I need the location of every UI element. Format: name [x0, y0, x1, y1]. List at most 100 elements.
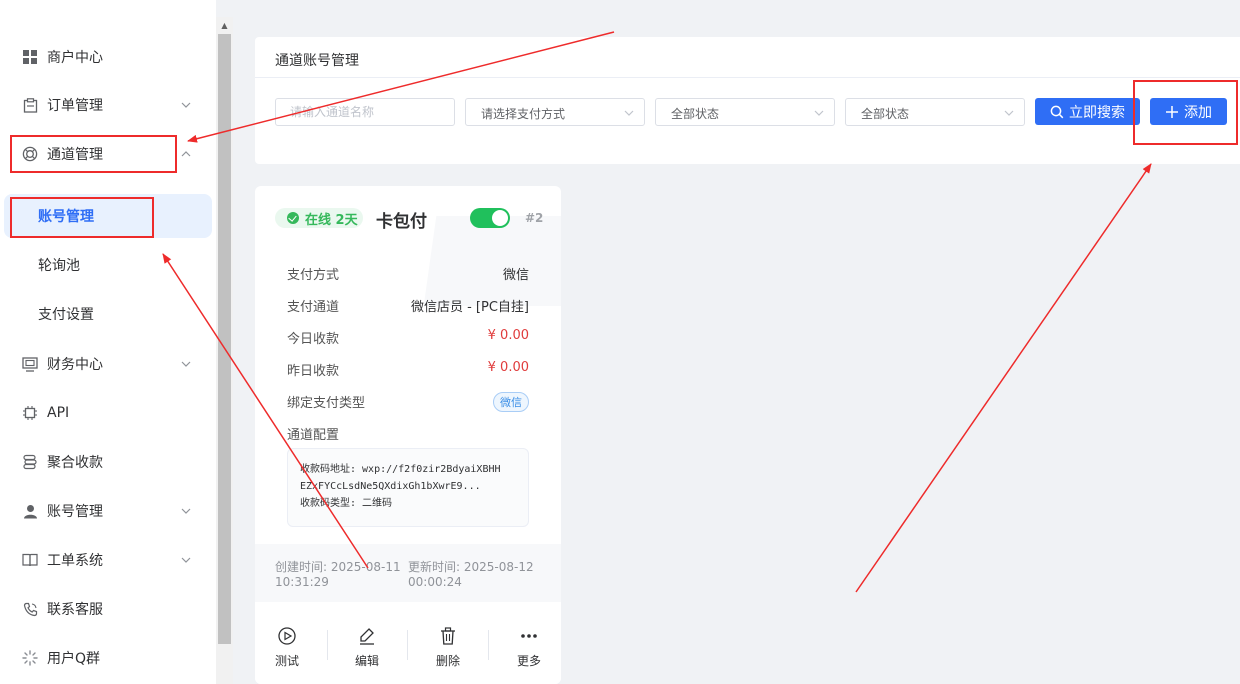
- plus-icon: [1165, 105, 1179, 119]
- channel-config-box: 收款码地址: wxp://f2f0zir2BdyaiXBHH EZxFYCcLs…: [287, 448, 529, 527]
- updated-time-value: 00:00:24: [408, 575, 462, 589]
- search-icon: [1050, 105, 1064, 119]
- menu-label: 账号管理: [47, 504, 103, 520]
- created-time-value: 10:31:29: [275, 575, 329, 589]
- config-line: EZxFYCcLsdNe5QXdixGh1bXwrE9...: [300, 481, 481, 492]
- config-line: 收款码类型: 二维码: [300, 498, 393, 509]
- updated-time: 更新时间: 2025-08-12 00:00:24: [408, 560, 534, 590]
- menu-label: 通道管理: [47, 147, 103, 163]
- more-button[interactable]: 更多: [499, 626, 559, 669]
- status-select-2[interactable]: 全部状态: [845, 98, 1025, 126]
- more-icon: [519, 626, 539, 646]
- chevron-down-icon: [180, 99, 192, 111]
- menu-item-user-qq-group[interactable]: 用户Q群: [0, 638, 216, 678]
- submenu-label: 轮询池: [38, 258, 80, 274]
- sidebar-subitem-account-management[interactable]: 账号管理: [4, 194, 212, 238]
- channel-config-label: 通道配置: [287, 428, 340, 443]
- action-divider: [327, 630, 328, 660]
- scroll-thumb[interactable]: [218, 34, 231, 644]
- chevron-down-icon: [814, 107, 824, 117]
- status-select-value: 全部状态: [671, 107, 720, 121]
- submenu-label: 账号管理: [38, 209, 94, 225]
- add-button[interactable]: 添加: [1150, 98, 1227, 125]
- chevron-down-icon: [180, 505, 192, 517]
- menu-item-contact-support[interactable]: 联系客服: [0, 589, 216, 629]
- delete-label: 删除: [435, 654, 460, 668]
- action-divider: [407, 630, 408, 660]
- yesterday-income-label: 昨日收款: [287, 364, 340, 379]
- chevron-down-icon: [180, 358, 192, 370]
- delete-button[interactable]: 删除: [418, 626, 478, 669]
- phone-icon: [22, 601, 38, 617]
- bind-type-label: 绑定支付类型: [287, 396, 366, 411]
- scroll-up-arrow-icon[interactable]: ▲: [216, 17, 233, 34]
- menu-item-api[interactable]: API: [0, 393, 216, 433]
- channel-account-card: 在线 2天 卡包付 #2 支付方式 微信 支付通道 微信店员 - [PC自挂] …: [255, 186, 561, 684]
- menu-item-account-management[interactable]: 账号管理: [0, 491, 216, 531]
- sidebar-subitem-payment-settings[interactable]: 支付设置: [0, 292, 216, 336]
- menu-item-merchant-center[interactable]: 商户中心: [0, 37, 216, 77]
- pay-method-select[interactable]: 请选择支付方式: [465, 98, 645, 126]
- test-button[interactable]: 测试: [257, 626, 317, 669]
- menu-label: 商户中心: [47, 50, 103, 66]
- yesterday-income-value: ¥ 0.00: [487, 360, 529, 375]
- more-label: 更多: [516, 654, 541, 668]
- check-circle-icon: [287, 212, 299, 224]
- today-income-label: 今日收款: [287, 332, 340, 347]
- menu-label: 用户Q群: [47, 651, 101, 667]
- action-divider: [488, 630, 489, 660]
- created-time: 创建时间: 2025-08-11 10:31:29: [275, 560, 401, 590]
- timestamps-area: 创建时间: 2025-08-11 10:31:29 更新时间: 2025-08-…: [255, 544, 561, 602]
- filter-panel: 通道账号管理 请选择支付方式 全部状态 全部状态 立即搜索 添加: [255, 37, 1240, 164]
- config-line: 收款码地址: wxp://f2f0zir2BdyaiXBHH: [300, 464, 501, 475]
- menu-item-aggregate-payment[interactable]: 聚合收款: [0, 442, 216, 482]
- today-income-value: ¥ 0.00: [487, 328, 529, 343]
- add-button-label: 添加: [1184, 104, 1212, 121]
- chevron-up-icon: [180, 148, 192, 160]
- menu-label: 订单管理: [47, 98, 103, 114]
- sidebar-scrollbar[interactable]: ▲: [216, 17, 233, 684]
- lifebuoy-icon: [22, 146, 38, 162]
- online-status-badge: 在线 2天: [275, 208, 363, 228]
- arrow-to-add-button: [855, 163, 1152, 593]
- created-label: 创建时间: 2025-08-11: [275, 560, 401, 574]
- channel-name-input[interactable]: [276, 99, 454, 125]
- menu-label: 联系客服: [47, 602, 103, 618]
- menu-label: 聚合收款: [47, 455, 103, 471]
- status-select-value: 全部状态: [861, 107, 910, 121]
- stack-icon: [22, 454, 38, 470]
- chevron-down-icon: [180, 554, 192, 566]
- clipboard-icon: [22, 97, 38, 113]
- divider: [255, 77, 1240, 78]
- card-id: #2: [525, 211, 544, 225]
- menu-item-channel-management[interactable]: 通道管理: [0, 134, 216, 174]
- menu-label: API: [47, 405, 70, 421]
- menu-item-ticket-system[interactable]: 工单系统: [0, 540, 216, 580]
- search-button[interactable]: 立即搜索: [1035, 98, 1140, 125]
- card-decoration: [423, 216, 561, 306]
- edit-icon: [357, 626, 377, 646]
- menu-label: 工单系统: [47, 553, 103, 569]
- menu-item-order-management[interactable]: 订单管理: [0, 85, 216, 125]
- menu-item-finance-center[interactable]: 财务中心: [0, 344, 216, 384]
- submenu-label: 支付设置: [38, 307, 94, 323]
- chip-icon: [22, 405, 38, 421]
- channel-name-field[interactable]: [275, 98, 455, 126]
- updated-label: 更新时间: 2025-08-12: [408, 560, 534, 574]
- play-icon: [277, 626, 297, 646]
- sidebar-subitem-polling-pool[interactable]: 轮询池: [0, 243, 216, 287]
- pay-method-value: 微信: [502, 268, 529, 283]
- edit-button[interactable]: 编辑: [337, 626, 397, 669]
- chevron-down-icon: [1004, 107, 1014, 117]
- pay-channel-label: 支付通道: [287, 300, 340, 315]
- enable-toggle[interactable]: [470, 208, 510, 228]
- user-icon: [22, 503, 38, 519]
- grid-icon: [22, 49, 38, 65]
- card-actions: 测试 编辑 删除 更多: [255, 602, 561, 684]
- chevron-down-icon: [624, 107, 634, 117]
- card-title: 卡包付: [376, 212, 427, 232]
- sidebar: 商户中心 订单管理 通道管理 账号管理 轮询池 支付设置 财务中心 API 聚合…: [0, 0, 216, 684]
- status-select-1[interactable]: 全部状态: [655, 98, 835, 126]
- status-text: 在线 2天: [305, 212, 358, 228]
- toggle-knob: [492, 210, 508, 226]
